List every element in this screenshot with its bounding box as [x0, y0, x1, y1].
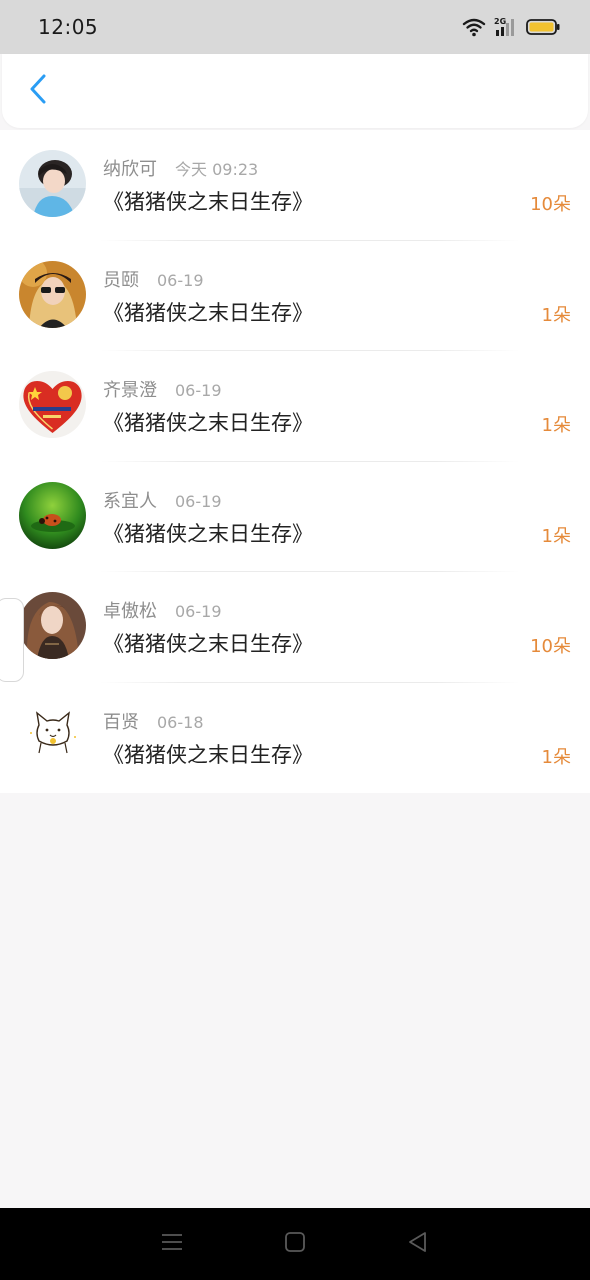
flower-count: 10朵 — [530, 194, 571, 215]
avatar-woman-sunglasses[interactable] — [19, 260, 86, 328]
send-time: 06-19 — [175, 602, 222, 621]
menu-button[interactable] — [152, 1224, 192, 1264]
send-time: 06-19 — [175, 491, 222, 511]
book-title: 《猪猪侠之末日生存》 — [103, 742, 313, 767]
wifi-icon — [462, 17, 486, 37]
book-title: 《猪猪侠之末日生存》 — [103, 521, 313, 546]
signal-icon: 2G — [494, 16, 518, 38]
avatar-cartoon-cat[interactable] — [19, 702, 86, 770]
network-type-label: 2G — [494, 17, 506, 26]
back-nav-button[interactable] — [398, 1224, 438, 1264]
avatar-boy-photo[interactable] — [19, 150, 86, 217]
flower-count: 10朵 — [530, 636, 571, 657]
book-title: 《猪猪侠之末日生存》 — [103, 411, 313, 435]
flower-count: 1朵 — [541, 415, 571, 436]
send-time: 06-19 — [175, 381, 222, 400]
home-button[interactable] — [275, 1224, 315, 1264]
sender-name: 员颐 — [103, 269, 139, 291]
sender-name: 百贤 — [103, 711, 139, 733]
floating-side-tab[interactable] — [0, 598, 24, 682]
battery-icon — [526, 18, 560, 36]
list-item[interactable]: 百贤 06-18 《猪猪侠之末日生存》 1朵 — [0, 683, 590, 794]
flower-count: 1朵 — [541, 525, 571, 547]
list-item[interactable]: 齐景澄 06-19 《猪猪侠之末日生存》 1朵 — [0, 351, 590, 462]
book-title: 《猪猪侠之末日生存》 — [103, 190, 313, 214]
sender-name: 齐景澄 — [103, 380, 157, 401]
flower-count: 1朵 — [541, 746, 571, 768]
home-icon — [284, 1231, 306, 1257]
send-time: 06-19 — [157, 270, 204, 290]
book-title: 《猪猪侠之末日生存》 — [103, 300, 313, 325]
status-bar: 12:05 2G — [0, 0, 590, 54]
book-title: 《猪猪侠之末日生存》 — [103, 632, 313, 656]
back-button[interactable] — [20, 71, 56, 111]
gift-record-list: 纳欣可 今天 09:23 《猪猪侠之末日生存》 10朵 员颐 06-19 《猪猪… — [0, 130, 590, 793]
sender-name: 卓傲松 — [103, 601, 157, 622]
system-nav-bar — [0, 1208, 590, 1280]
list-item[interactable]: 系宜人 06-19 《猪猪侠之末日生存》 1朵 — [0, 462, 590, 572]
status-icons: 2G — [462, 16, 560, 38]
chevron-left-icon — [28, 73, 48, 109]
list-item[interactable]: 卓傲松 06-19 《猪猪侠之末日生存》 10朵 — [0, 572, 590, 683]
send-time: 今天 09:23 — [175, 160, 259, 179]
avatar-heart-flag[interactable] — [19, 371, 86, 438]
menu-icon — [161, 1232, 183, 1256]
sender-name: 系宜人 — [103, 490, 157, 512]
back-triangle-icon — [407, 1231, 429, 1257]
header-bar — [2, 54, 588, 128]
status-time: 12:05 — [38, 15, 99, 39]
avatar-woman-portrait[interactable] — [19, 592, 86, 659]
send-time: 06-18 — [157, 712, 204, 732]
list-item[interactable]: 纳欣可 今天 09:23 《猪猪侠之末日生存》 10朵 — [0, 130, 590, 241]
sender-name: 纳欣可 — [103, 159, 157, 180]
list-item[interactable]: 员颐 06-19 《猪猪侠之末日生存》 1朵 — [0, 241, 590, 351]
flower-count: 1朵 — [541, 304, 571, 326]
avatar-green-ladybug[interactable] — [19, 481, 86, 549]
